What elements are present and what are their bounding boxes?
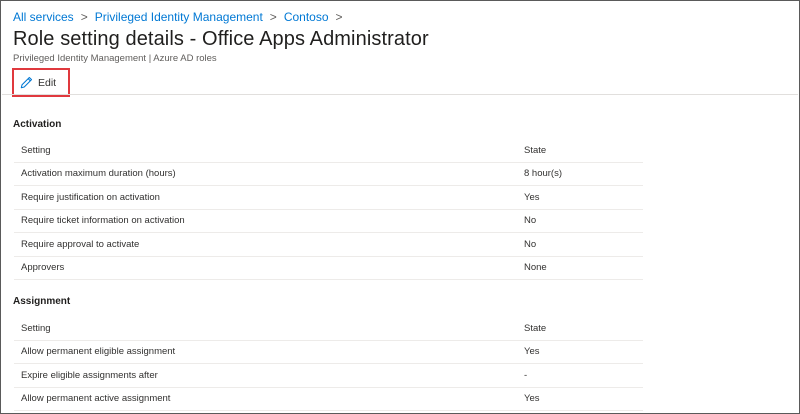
state-cell: Yes xyxy=(524,393,540,405)
setting-cell: Allow permanent active assignment xyxy=(21,393,171,405)
breadcrumb-separator: > xyxy=(269,10,277,24)
assignment-section-title: Assignment xyxy=(13,296,71,307)
page-subtitle: Privileged Identity Management | Azure A… xyxy=(13,53,217,64)
table-row: Allow permanent active assignment Yes xyxy=(14,388,643,411)
page-title: Role setting details - Office Apps Admin… xyxy=(13,28,429,50)
breadcrumb-contoso[interactable]: Contoso xyxy=(284,10,329,24)
pencil-icon xyxy=(20,76,33,89)
activation-section-title: Activation xyxy=(13,119,62,130)
setting-cell: Require ticket information on activation xyxy=(21,215,185,227)
breadcrumb-all-services[interactable]: All services xyxy=(13,10,74,24)
state-cell: Yes xyxy=(524,191,540,203)
state-cell: 8 hour(s) xyxy=(524,168,563,180)
window-frame: All services > Privileged Identity Manag… xyxy=(0,0,800,414)
breadcrumb: All services > Privileged Identity Manag… xyxy=(13,10,350,24)
assignment-table: Setting State Allow permanent eligible a… xyxy=(14,317,643,411)
table-row: Require approval to activate No xyxy=(14,233,643,257)
state-cell: - xyxy=(524,369,528,381)
toolbar-divider xyxy=(2,94,798,95)
setting-cell: Require justification on activation xyxy=(21,191,160,203)
table-row: Require ticket information on activation… xyxy=(14,210,643,233)
table-row: Expire eligible assignments after - xyxy=(14,364,643,388)
table-header-row: Setting State xyxy=(14,317,643,341)
state-cell: No xyxy=(524,215,537,227)
setting-cell: Activation maximum duration (hours) xyxy=(21,168,176,180)
edit-button-label: Edit xyxy=(38,76,57,89)
table-row: Approvers None xyxy=(14,257,643,280)
breadcrumb-pim[interactable]: Privileged Identity Management xyxy=(95,10,263,24)
column-header-setting: Setting xyxy=(21,144,51,156)
breadcrumb-separator: > xyxy=(80,10,88,24)
table-row: Activation maximum duration (hours) 8 ho… xyxy=(14,163,643,186)
setting-cell: Require approval to activate xyxy=(21,238,140,250)
table-row: Require justification on activation Yes xyxy=(14,186,643,210)
table-row: Allow permanent eligible assignment Yes xyxy=(14,341,643,364)
state-cell: Yes xyxy=(524,346,540,358)
table-header-row: Setting State xyxy=(14,139,643,163)
column-header-state: State xyxy=(524,322,547,334)
column-header-setting: Setting xyxy=(21,322,51,334)
setting-cell: Approvers xyxy=(21,262,65,274)
edit-button[interactable]: Edit xyxy=(12,68,70,97)
activation-table: Setting State Activation maximum duratio… xyxy=(14,139,643,280)
setting-cell: Expire eligible assignments after xyxy=(21,369,158,381)
column-header-state: State xyxy=(524,144,547,156)
state-cell: None xyxy=(524,262,547,274)
state-cell: No xyxy=(524,238,537,250)
breadcrumb-separator: > xyxy=(335,10,343,24)
setting-cell: Allow permanent eligible assignment xyxy=(21,346,176,358)
